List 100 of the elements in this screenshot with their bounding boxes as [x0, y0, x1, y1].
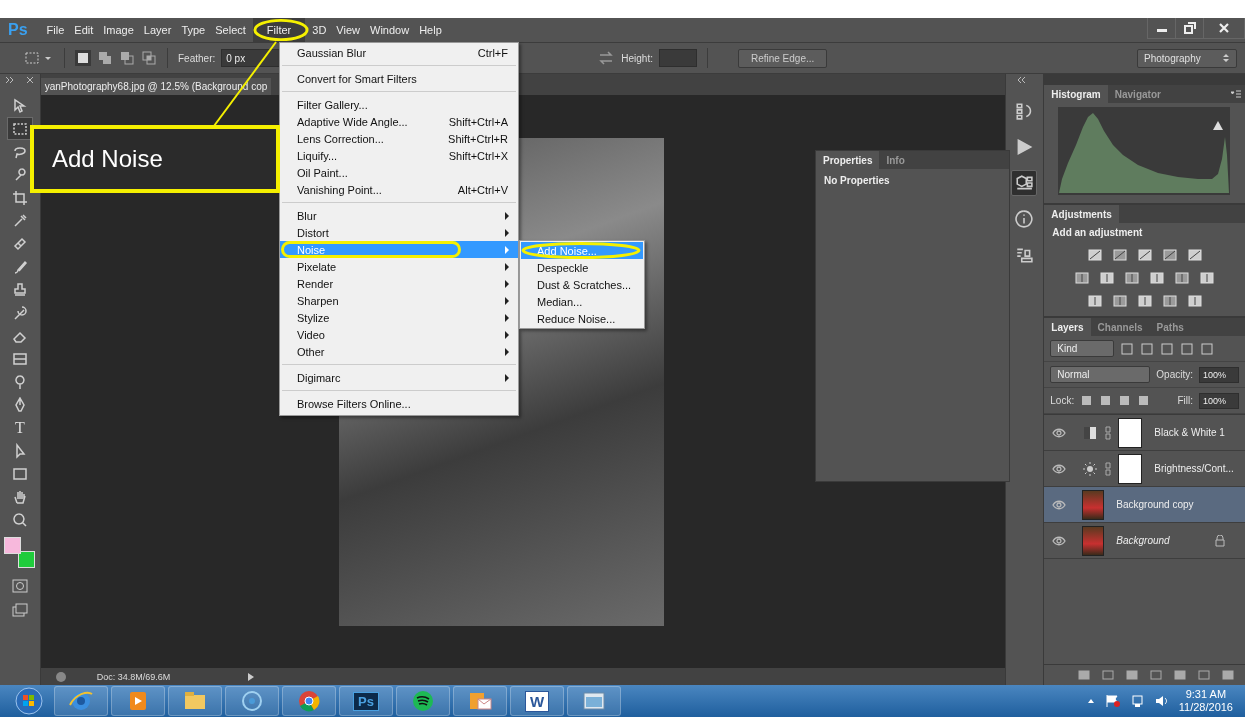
menu-item[interactable]: Oil Paint...: [280, 164, 518, 181]
menu-item[interactable]: Filter Gallery...: [280, 96, 518, 113]
taskbar-button[interactable]: [282, 686, 336, 716]
opacity-field[interactable]: 100%: [1199, 366, 1239, 383]
up-caret-icon[interactable]: [1086, 698, 1095, 704]
background-color-swatch[interactable]: [18, 551, 36, 568]
menu-item[interactable]: Median...: [521, 293, 643, 310]
adjustment-icon[interactable]: [1086, 293, 1103, 309]
layer-action-icon[interactable]: [1221, 669, 1235, 681]
network-icon[interactable]: [1130, 694, 1145, 708]
taskbar-button[interactable]: [168, 686, 222, 716]
menu-item[interactable]: Help: [414, 18, 447, 42]
adjustment-icon[interactable]: [1161, 293, 1178, 309]
menu-item[interactable]: Digimarc: [280, 369, 518, 386]
menu-item[interactable]: Stylize: [280, 309, 518, 326]
menu-item[interactable]: Dust & Scratches...: [521, 276, 643, 293]
eye-icon[interactable]: [1052, 427, 1067, 438]
menu-item[interactable]: Convert for Smart Filters: [280, 70, 518, 87]
filter-type-icon[interactable]: [1180, 341, 1195, 356]
filter-type-icon[interactable]: [1160, 341, 1175, 356]
adjustment-icon[interactable]: [1174, 270, 1191, 286]
menu-item[interactable]: Lens Correction... Shift+Ctrl+R: [280, 130, 518, 147]
chain-link-icon[interactable]: [1104, 461, 1113, 476]
layer-action-icon[interactable]: [1125, 669, 1139, 681]
swap-arrows-icon[interactable]: [597, 50, 616, 66]
chain-link-icon[interactable]: [1104, 425, 1113, 440]
lock-option-icon[interactable]: [1080, 394, 1094, 407]
workspace-dropdown[interactable]: Photography: [1137, 48, 1237, 68]
intersect-selection-icon[interactable]: [141, 50, 157, 66]
foreground-color-swatch[interactable]: [4, 537, 22, 554]
filter-type-icon[interactable]: [1200, 341, 1215, 356]
adjustment-icon[interactable]: [1149, 270, 1166, 286]
taskbar-button[interactable]: [111, 686, 165, 716]
panel-menu-icon[interactable]: [1231, 90, 1241, 98]
subtract-selection-icon[interactable]: [119, 50, 135, 66]
lock-option-icon[interactable]: [1118, 394, 1132, 407]
layer-row[interactable]: Background copy: [1044, 487, 1245, 523]
adjustment-icon[interactable]: [1186, 247, 1203, 263]
taskbar-button[interactable]: [567, 686, 621, 716]
marquee-preset-icon[interactable]: [24, 50, 54, 66]
adjustment-icon[interactable]: [1161, 247, 1178, 263]
panel-tab[interactable]: Channels: [1090, 318, 1150, 336]
new-selection-icon[interactable]: [75, 50, 91, 66]
menu-item[interactable]: Liquify... Shift+Ctrl+X: [280, 147, 518, 164]
menu-item[interactable]: Despeckle: [521, 259, 643, 276]
menu-item[interactable]: Other: [280, 343, 518, 360]
panel-tab[interactable]: Info: [879, 151, 912, 169]
menu-item[interactable]: Reduce Noise...: [521, 310, 643, 327]
taskbar-button[interactable]: [225, 686, 279, 716]
lock-option-icon[interactable]: [1137, 394, 1151, 407]
adjustment-icon[interactable]: [1124, 270, 1141, 286]
layer-action-icon[interactable]: [1101, 669, 1115, 681]
menu-item[interactable]: Pixelate: [280, 258, 518, 275]
filter-type-icon[interactable]: [1120, 341, 1135, 356]
taskbar-button[interactable]: W: [510, 686, 564, 716]
menu-item[interactable]: Blur: [280, 207, 518, 224]
adjustment-icon[interactable]: [1186, 293, 1203, 309]
layer-row[interactable]: Black & White 1: [1044, 415, 1245, 451]
status-circle-icon[interactable]: [54, 670, 67, 683]
panel-tab[interactable]: Paths: [1149, 318, 1191, 336]
menu-item[interactable]: Vanishing Point... Alt+Ctrl+V: [280, 181, 518, 198]
menu-item[interactable]: Browse Filters Online...: [280, 395, 518, 412]
menu-item[interactable]: Select: [210, 18, 251, 42]
menu-item[interactable]: Type: [176, 18, 211, 42]
play-arrow-icon[interactable]: [246, 671, 255, 682]
menu-item[interactable]: Render: [280, 275, 518, 292]
menu-item[interactable]: Adaptive Wide Angle... Shift+Ctrl+A: [280, 113, 518, 130]
quick-mask-icon[interactable]: [10, 578, 29, 594]
screen-mode-icon[interactable]: [10, 602, 29, 618]
menu-item[interactable]: File: [41, 18, 70, 42]
dock-button[interactable]: [1011, 170, 1038, 196]
layer-action-icon[interactable]: [1173, 669, 1187, 681]
height-field[interactable]: [658, 49, 697, 67]
menu-item[interactable]: Image: [98, 18, 139, 42]
adjustment-icon[interactable]: [1136, 293, 1153, 309]
filter-type-icon[interactable]: [1140, 341, 1155, 356]
adjustment-icon[interactable]: [1111, 293, 1128, 309]
speaker-icon[interactable]: [1154, 694, 1169, 708]
adjustment-icon[interactable]: [1136, 247, 1153, 263]
eye-icon[interactable]: [1052, 535, 1067, 546]
tool-button[interactable]: [6, 117, 33, 140]
blend-mode-dropdown[interactable]: Normal: [1050, 366, 1151, 383]
eye-icon[interactable]: [1052, 499, 1067, 510]
tool-button[interactable]: T: [6, 416, 33, 439]
taskbar-button[interactable]: Ps: [339, 686, 393, 716]
menu-item[interactable]: Distort: [280, 224, 518, 241]
taskbar-button[interactable]: [54, 686, 108, 716]
taskbar-button[interactable]: [453, 686, 507, 716]
fill-field[interactable]: 100%: [1199, 392, 1239, 409]
panel-tab[interactable]: Histogram: [1044, 85, 1108, 103]
flag-icon[interactable]: [1104, 694, 1121, 708]
layer-row[interactable]: Background: [1044, 523, 1245, 559]
adjustment-icon[interactable]: [1074, 270, 1091, 286]
menu-item[interactable]: Layer: [138, 18, 177, 42]
menu-item[interactable]: 3D: [307, 18, 332, 42]
menu-item[interactable]: View: [331, 18, 365, 42]
layer-action-icon[interactable]: [1077, 669, 1091, 681]
menu-item[interactable]: Video: [280, 326, 518, 343]
refine-edge-button[interactable]: Refine Edge...: [737, 48, 828, 68]
adjustment-icon[interactable]: [1199, 270, 1216, 286]
